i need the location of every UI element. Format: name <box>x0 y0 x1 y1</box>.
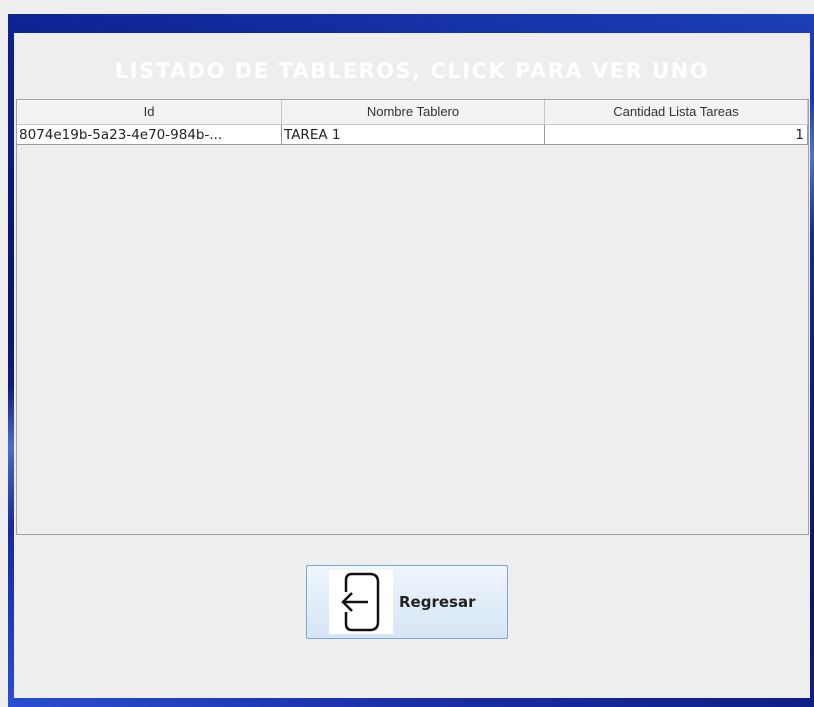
back-button-label: Regresar <box>399 593 476 611</box>
back-arrow-icon <box>329 570 393 634</box>
column-header-nombre-tablero[interactable]: Nombre Tablero <box>282 100 545 124</box>
column-header-id[interactable]: Id <box>17 100 282 124</box>
table-row[interactable]: 8074e19b-5a23-4e70-984b-... TAREA 1 1 <box>17 125 808 145</box>
cell-id[interactable]: 8074e19b-5a23-4e70-984b-... <box>17 125 282 145</box>
boards-table[interactable]: Id Nombre Tablero Cantidad Lista Tareas … <box>16 99 809 535</box>
page-title: LISTADO DE TABLEROS, CLICK PARA VER UNO <box>114 59 710 83</box>
cell-nombre-tablero[interactable]: TAREA 1 <box>282 125 545 145</box>
boards-list-window: LISTADO DE TABLEROS, CLICK PARA VER UNO … <box>14 33 810 698</box>
back-button[interactable]: Regresar <box>306 565 508 639</box>
table-header: Id Nombre Tablero Cantidad Lista Tareas <box>17 100 808 125</box>
footer-panel: Regresar <box>14 535 810 698</box>
column-header-cantidad-lista-tareas[interactable]: Cantidad Lista Tareas <box>545 100 808 124</box>
cell-cantidad-lista-tareas[interactable]: 1 <box>545 125 808 145</box>
